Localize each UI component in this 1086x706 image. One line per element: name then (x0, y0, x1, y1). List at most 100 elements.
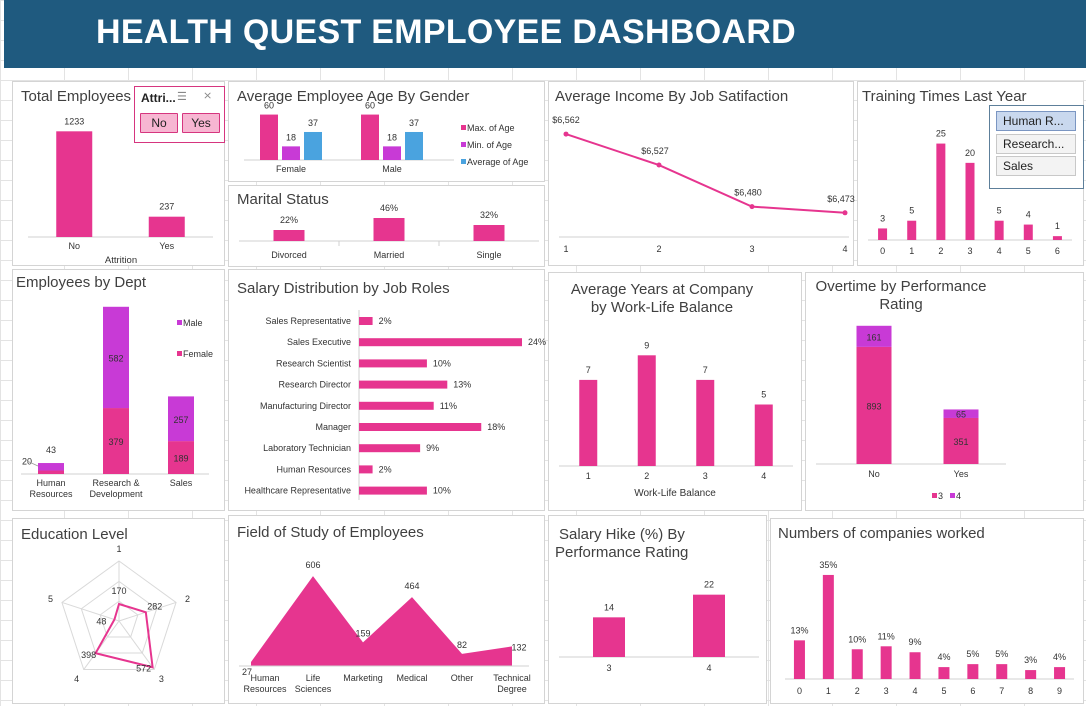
data-label: 464 (404, 581, 419, 591)
tick-label: Manufacturing Director (260, 401, 351, 411)
clear-filter-icon[interactable]: ⨯ (203, 89, 212, 102)
data-label: 3% (1024, 655, 1037, 665)
data-label: 5% (966, 649, 979, 659)
bar (38, 470, 64, 474)
department-slicer[interactable]: Human R... Research... Sales (989, 105, 1084, 189)
data-label: 9% (909, 637, 922, 647)
data-label: 5 (997, 206, 1002, 216)
bar (936, 143, 946, 240)
data-label: 20 (22, 457, 32, 467)
slicer-option-no[interactable]: No (140, 113, 178, 133)
bar (965, 162, 975, 240)
bar (994, 220, 1004, 240)
total-employees-panel: Total Employees 1233 No 237 Yes Attrition At… (12, 81, 225, 266)
slicer-option-sales[interactable]: Sales (996, 156, 1076, 176)
tick-label: Yes (159, 241, 174, 251)
bar (359, 317, 373, 325)
data-label: 7 (703, 365, 708, 375)
spoke (83, 620, 120, 670)
data-label: 161 (866, 332, 881, 342)
tick-label: 4 (913, 686, 918, 696)
slicer-option-research[interactable]: Research... (996, 134, 1076, 154)
bar (693, 594, 725, 657)
tick-label: 4 (997, 246, 1002, 256)
data-label: 18% (487, 422, 505, 432)
data-label: 379 (108, 437, 123, 447)
tick-label: 4 (706, 663, 711, 673)
bar (822, 574, 834, 679)
tick-label: Sales Representative (265, 316, 351, 326)
data-label: 2% (379, 316, 392, 326)
tick-label: 1 (563, 244, 568, 254)
data-label: 32% (480, 210, 498, 220)
tick-label: 6 (970, 686, 975, 696)
data-label: 582 (108, 353, 123, 363)
data-label: 893 (866, 401, 881, 411)
axis-title: Work-Life Balance (634, 488, 716, 499)
data-point (563, 131, 569, 137)
data-label: 4 (1026, 210, 1031, 220)
data-label: 237 (159, 202, 174, 212)
tick-label: 4 (842, 244, 847, 254)
tick-label: No (68, 241, 80, 251)
area-fill (251, 576, 512, 666)
bar (1023, 224, 1033, 240)
bar (359, 423, 482, 431)
data-label: 4% (937, 652, 950, 662)
marital-status-chart: 22% Divorced 46% Married 32% Single (239, 203, 539, 260)
bar (361, 114, 379, 160)
data-label: 14 (604, 602, 614, 612)
tick-label: 1 (909, 246, 914, 256)
tick-label: Healthcare Representative (244, 486, 351, 496)
bar (909, 652, 921, 679)
tick-label: 5 (1026, 246, 1031, 256)
tick-label: 3 (606, 663, 611, 673)
data-label: 3 (880, 213, 885, 223)
companies-worked-chart: 13% 0 35% 1 10% 2 11% 3 9% 4 4% 5 5% 6 5% 7 3% 8 4% 9 (785, 560, 1074, 696)
data-label: 132 (511, 642, 526, 652)
bar (359, 444, 421, 453)
tick-label: No (868, 469, 880, 479)
tick-label: 7 (999, 686, 1004, 696)
tick-label: Medical (396, 673, 427, 683)
legend-marker (461, 159, 466, 164)
data-label: 9% (426, 443, 439, 453)
legend-marker (177, 351, 182, 356)
data-label: 37 (409, 118, 419, 128)
bar (754, 404, 773, 466)
dashboard-title: HEALTH QUEST EMPLOYEE DASHBOARD (96, 13, 797, 51)
bar (304, 131, 322, 160)
bar (996, 664, 1008, 679)
bar (907, 220, 917, 240)
income-by-satisfaction-panel: Average Income By Job Satifaction $6,562… (548, 81, 855, 266)
legend-marker (932, 493, 937, 498)
tick-label: 1 (826, 686, 831, 696)
slicer-option-yes[interactable]: Yes (182, 113, 220, 133)
bar (473, 225, 505, 241)
bar (260, 114, 278, 160)
series-line (94, 602, 154, 669)
legend-label: 4 (956, 491, 961, 501)
bar (938, 667, 950, 679)
data-label: 10% (433, 358, 451, 368)
tick-label: 5 (48, 594, 53, 604)
tick-label: Yes (954, 469, 969, 479)
bar (851, 649, 863, 679)
attrition-slicer[interactable]: Attri... ☰ ⨯ No Yes (134, 86, 225, 143)
data-label: 60 (264, 101, 274, 111)
bar (696, 379, 715, 466)
slicer-option-human-resources[interactable]: Human R... (996, 111, 1076, 131)
data-label: 1 (1055, 221, 1060, 231)
training-times-panel: Training Times Last Year 3 0 5 1 25 2 20 3 5 4 4 5 1… (857, 81, 1084, 266)
tick-label: 9 (1057, 686, 1062, 696)
years-by-wlb-chart: 7 1 9 2 7 3 5 4 Work-Life Balance (559, 340, 793, 499)
tick-label: 2 (855, 686, 860, 696)
tick-label: 3 (749, 244, 754, 254)
data-label: 60 (365, 101, 375, 111)
multi-select-icon[interactable]: ☰ (177, 90, 187, 103)
tick-label: 2 (185, 594, 190, 604)
tick-label: 4 (761, 471, 766, 481)
data-label: 5 (761, 390, 766, 400)
data-label: $6,562 (552, 115, 580, 125)
age-by-gender-panel: Average Employee Age By Gender 60 18 37 Fem… (228, 81, 545, 182)
